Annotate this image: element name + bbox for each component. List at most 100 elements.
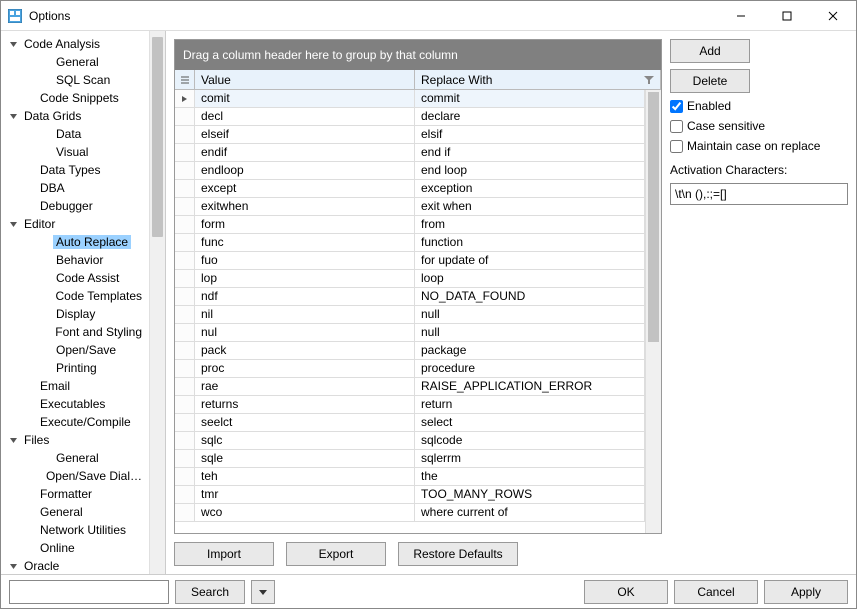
- tree-item[interactable]: Network Utilities: [1, 521, 149, 539]
- tree-item[interactable]: Visual: [1, 143, 149, 161]
- cell-replace-with[interactable]: the: [415, 468, 645, 485]
- tree-item[interactable]: General: [1, 53, 149, 71]
- restore-defaults-button[interactable]: Restore Defaults: [398, 542, 518, 566]
- cell-value[interactable]: nil: [195, 306, 415, 323]
- tree-item[interactable]: Formatter: [1, 485, 149, 503]
- cell-value[interactable]: proc: [195, 360, 415, 377]
- cell-value[interactable]: ndf: [195, 288, 415, 305]
- column-header-replace[interactable]: Replace With: [415, 70, 661, 89]
- table-row[interactable]: nulnull: [175, 324, 645, 342]
- tree-item[interactable]: Execute/Compile: [1, 413, 149, 431]
- table-row[interactable]: sqlcsqlcode: [175, 432, 645, 450]
- cell-replace-with[interactable]: exit when: [415, 198, 645, 215]
- cell-replace-with[interactable]: sqlcode: [415, 432, 645, 449]
- cell-replace-with[interactable]: end loop: [415, 162, 645, 179]
- tree-item[interactable]: Oracle: [1, 557, 149, 574]
- table-row[interactable]: seelctselect: [175, 414, 645, 432]
- tree-item[interactable]: Auto Replace: [1, 233, 149, 251]
- cell-value[interactable]: lop: [195, 270, 415, 287]
- cell-replace-with[interactable]: package: [415, 342, 645, 359]
- case-sensitive-checkbox-row[interactable]: Case sensitive: [670, 119, 848, 133]
- search-button[interactable]: Search: [175, 580, 245, 604]
- tree-item[interactable]: Online: [1, 539, 149, 557]
- table-row[interactable]: fuofor update of: [175, 252, 645, 270]
- tree-item[interactable]: Code Analysis: [1, 35, 149, 53]
- row-indicator-header[interactable]: [175, 70, 195, 89]
- cell-replace-with[interactable]: null: [415, 306, 645, 323]
- delete-button[interactable]: Delete: [670, 69, 750, 93]
- collapse-icon[interactable]: [9, 220, 21, 229]
- cell-value[interactable]: exitwhen: [195, 198, 415, 215]
- cell-replace-with[interactable]: elsif: [415, 126, 645, 143]
- tree-item[interactable]: General: [1, 503, 149, 521]
- cell-value[interactable]: func: [195, 234, 415, 251]
- cell-replace-with[interactable]: select: [415, 414, 645, 431]
- cell-value[interactable]: seelct: [195, 414, 415, 431]
- group-by-bar[interactable]: Drag a column header here to group by th…: [175, 40, 661, 70]
- cell-value[interactable]: elseif: [195, 126, 415, 143]
- table-row[interactable]: comitcommit: [175, 90, 645, 108]
- tree-item[interactable]: Display: [1, 305, 149, 323]
- filter-icon[interactable]: [644, 75, 654, 85]
- table-row[interactable]: funcfunction: [175, 234, 645, 252]
- import-button[interactable]: Import: [174, 542, 274, 566]
- table-row[interactable]: formfrom: [175, 216, 645, 234]
- close-button[interactable]: [810, 1, 856, 31]
- tree-item[interactable]: Font and Styling: [1, 323, 149, 341]
- cell-replace-with[interactable]: for update of: [415, 252, 645, 269]
- tree-item[interactable]: Debugger: [1, 197, 149, 215]
- table-row[interactable]: decldeclare: [175, 108, 645, 126]
- table-row[interactable]: endifend if: [175, 144, 645, 162]
- export-button[interactable]: Export: [286, 542, 386, 566]
- cell-replace-with[interactable]: procedure: [415, 360, 645, 377]
- table-row[interactable]: wcowhere current of: [175, 504, 645, 522]
- cell-value[interactable]: tmr: [195, 486, 415, 503]
- cell-value[interactable]: teh: [195, 468, 415, 485]
- table-row[interactable]: exceptexception: [175, 180, 645, 198]
- tree-item[interactable]: Editor: [1, 215, 149, 233]
- tree-item[interactable]: Files: [1, 431, 149, 449]
- table-row[interactable]: tehthe: [175, 468, 645, 486]
- table-row[interactable]: exitwhenexit when: [175, 198, 645, 216]
- cell-value[interactable]: rae: [195, 378, 415, 395]
- enabled-checkbox-row[interactable]: Enabled: [670, 99, 848, 113]
- grid-body[interactable]: comitcommitdecldeclareelseifelsifendifen…: [175, 90, 645, 533]
- table-row[interactable]: sqlesqlerrm: [175, 450, 645, 468]
- cancel-button[interactable]: Cancel: [674, 580, 758, 604]
- tree-item[interactable]: Data Types: [1, 161, 149, 179]
- cell-replace-with[interactable]: return: [415, 396, 645, 413]
- cell-replace-with[interactable]: where current of: [415, 504, 645, 521]
- tree-scrollbar[interactable]: [149, 31, 165, 574]
- tree-item[interactable]: Data Grids: [1, 107, 149, 125]
- tree-item[interactable]: Behavior: [1, 251, 149, 269]
- cell-replace-with[interactable]: RAISE_APPLICATION_ERROR: [415, 378, 645, 395]
- cell-replace-with[interactable]: sqlerrm: [415, 450, 645, 467]
- maintain-case-checkbox-row[interactable]: Maintain case on replace: [670, 139, 848, 153]
- search-dropdown-button[interactable]: [251, 580, 275, 604]
- cell-value[interactable]: returns: [195, 396, 415, 413]
- activation-chars-input[interactable]: [670, 183, 848, 205]
- cell-value[interactable]: sqlc: [195, 432, 415, 449]
- tree-item[interactable]: SQL Scan: [1, 71, 149, 89]
- cell-replace-with[interactable]: TOO_MANY_ROWS: [415, 486, 645, 503]
- add-button[interactable]: Add: [670, 39, 750, 63]
- ok-button[interactable]: OK: [584, 580, 668, 604]
- cell-value[interactable]: decl: [195, 108, 415, 125]
- collapse-icon[interactable]: [9, 436, 21, 445]
- grid-scrollbar[interactable]: [645, 90, 661, 533]
- cell-replace-with[interactable]: end if: [415, 144, 645, 161]
- enabled-checkbox[interactable]: [670, 100, 683, 113]
- cell-replace-with[interactable]: from: [415, 216, 645, 233]
- tree-item[interactable]: Code Templates: [1, 287, 149, 305]
- tree-item[interactable]: Data: [1, 125, 149, 143]
- cell-replace-with[interactable]: exception: [415, 180, 645, 197]
- table-row[interactable]: endloopend loop: [175, 162, 645, 180]
- cell-replace-with[interactable]: commit: [415, 90, 645, 107]
- search-input[interactable]: [9, 580, 169, 604]
- table-row[interactable]: raeRAISE_APPLICATION_ERROR: [175, 378, 645, 396]
- options-tree[interactable]: Code AnalysisGeneralSQL ScanCode Snippet…: [1, 31, 149, 574]
- tree-item[interactable]: Code Snippets: [1, 89, 149, 107]
- maintain-case-checkbox[interactable]: [670, 140, 683, 153]
- minimize-button[interactable]: [718, 1, 764, 31]
- cell-value[interactable]: form: [195, 216, 415, 233]
